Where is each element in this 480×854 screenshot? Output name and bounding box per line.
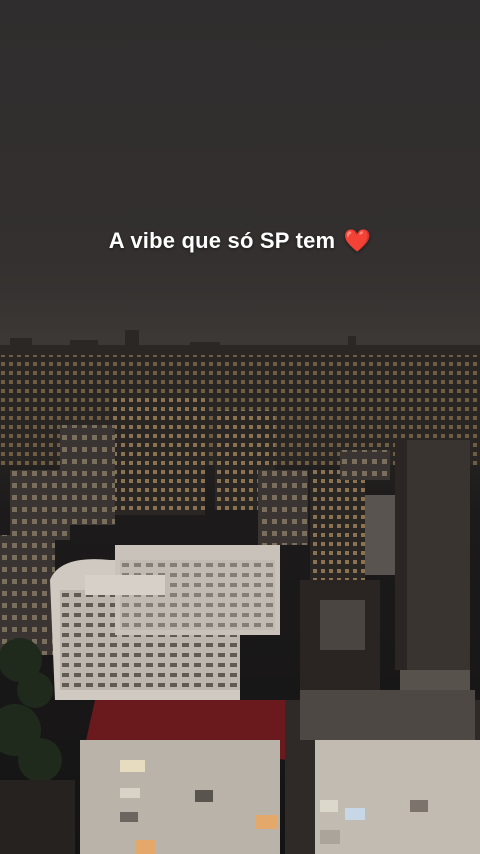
story-view: A vibe que só SP tem ❤️ [0, 0, 480, 854]
curved-building [50, 545, 280, 700]
city-skyline-photo [0, 300, 480, 854]
heart-emoji-icon: ❤️ [343, 228, 372, 253]
story-caption: A vibe que só SP tem ❤️ [0, 228, 480, 254]
foreground-right-building [285, 690, 480, 854]
tall-right-tower [395, 440, 470, 670]
foreground-building [80, 700, 290, 854]
caption-text: A vibe que só SP tem [108, 228, 336, 253]
